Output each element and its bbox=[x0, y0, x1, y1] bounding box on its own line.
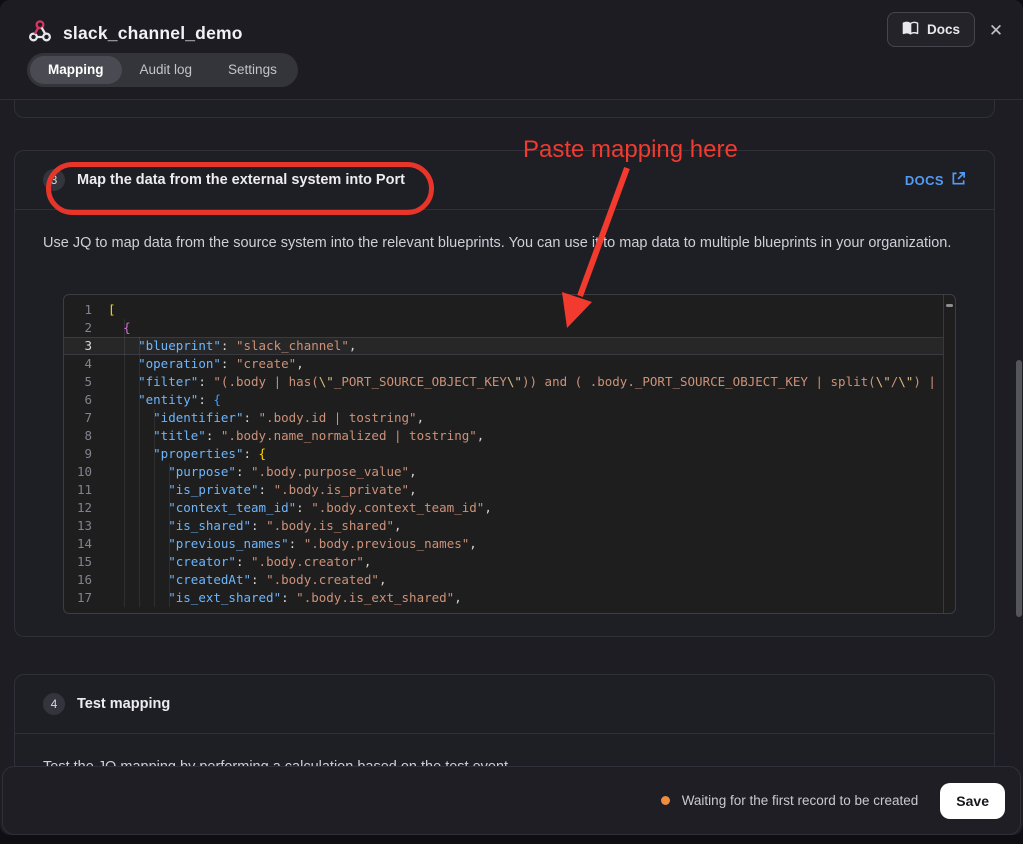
line-number: 3 bbox=[64, 337, 108, 355]
tab-bar: MappingAudit logSettings bbox=[27, 53, 298, 87]
line-number: 9 bbox=[64, 445, 108, 463]
docs-button[interactable]: Docs bbox=[887, 12, 975, 47]
external-link-icon bbox=[951, 171, 966, 189]
docs-link-label: DOCS bbox=[905, 173, 944, 188]
line-code: "creator": ".body.creator", bbox=[108, 553, 944, 571]
line-number: 2 bbox=[64, 319, 108, 337]
line-number: 6 bbox=[64, 391, 108, 409]
line-number: 14 bbox=[64, 535, 108, 553]
line-number: 8 bbox=[64, 427, 108, 445]
line-number: 13 bbox=[64, 517, 108, 535]
line-number: 15 bbox=[64, 553, 108, 571]
line-code: "is_ext_shared": ".body.is_ext_shared", bbox=[108, 589, 944, 607]
editor-lines: 1[2 {3 "blueprint": "slack_channel",4 "o… bbox=[64, 301, 944, 607]
line-code: "is_shared": ".body.is_shared", bbox=[108, 517, 944, 535]
indent-guide bbox=[169, 463, 170, 607]
line-code: { bbox=[108, 319, 944, 337]
content-area: 3 Map the data from the external system … bbox=[0, 100, 1023, 835]
save-button[interactable]: Save bbox=[940, 783, 1005, 819]
mapping-description: Use JQ to map data from the source syste… bbox=[15, 210, 994, 258]
line-code: "operation": "create", bbox=[108, 355, 944, 373]
editor-line-1[interactable]: 1[ bbox=[64, 301, 944, 319]
line-number: 17 bbox=[64, 589, 108, 607]
tab-settings[interactable]: Settings bbox=[210, 56, 295, 84]
editor-line-15[interactable]: 15 "creator": ".body.creator", bbox=[64, 553, 944, 571]
line-number: 7 bbox=[64, 409, 108, 427]
webhook-logo-icon bbox=[27, 18, 53, 49]
status-text: Waiting for the first record to be creat… bbox=[682, 793, 919, 808]
line-code: "is_private": ".body.is_private", bbox=[108, 481, 944, 499]
line-number: 12 bbox=[64, 499, 108, 517]
editor-line-2[interactable]: 2 { bbox=[64, 319, 944, 337]
indent-guide bbox=[154, 409, 155, 607]
line-code: "blueprint": "slack_channel", bbox=[108, 337, 944, 355]
editor-line-13[interactable]: 13 "is_shared": ".body.is_shared", bbox=[64, 517, 944, 535]
editor-minimap-marker bbox=[946, 304, 953, 307]
book-icon bbox=[902, 21, 919, 39]
line-code: "entity": { bbox=[108, 391, 944, 409]
line-code: "createdAt": ".body.created", bbox=[108, 571, 944, 589]
editor-line-3[interactable]: 3 "blueprint": "slack_channel", bbox=[64, 337, 944, 355]
section-map-data-header: 3 Map the data from the external system … bbox=[15, 151, 994, 209]
previous-section-card-bottom bbox=[14, 100, 995, 118]
indent-guide bbox=[124, 319, 125, 607]
editor-line-10[interactable]: 10 "purpose": ".body.purpose_value", bbox=[64, 463, 944, 481]
editor-line-6[interactable]: 6 "entity": { bbox=[64, 391, 944, 409]
editor-line-7[interactable]: 7 "identifier": ".body.id | tostring", bbox=[64, 409, 944, 427]
data-source-modal: slack_channel_demo MappingAudit logSetti… bbox=[0, 0, 1023, 835]
editor-line-14[interactable]: 14 "previous_names": ".body.previous_nam… bbox=[64, 535, 944, 553]
editor-scroll-gutter-line bbox=[943, 295, 944, 613]
editor-line-17[interactable]: 17 "is_ext_shared": ".body.is_ext_shared… bbox=[64, 589, 944, 607]
line-code: "previous_names": ".body.previous_names"… bbox=[108, 535, 944, 553]
section-map-data-title: Map the data from the external system in… bbox=[77, 172, 405, 188]
window-scrollbar-thumb[interactable] bbox=[1016, 360, 1022, 617]
page-title: slack_channel_demo bbox=[63, 23, 243, 44]
editor-line-9[interactable]: 9 "properties": { bbox=[64, 445, 944, 463]
indent-guide bbox=[139, 337, 140, 607]
line-code: "purpose": ".body.purpose_value", bbox=[108, 463, 944, 481]
status-dot-icon bbox=[661, 796, 670, 805]
section-test-mapping-header: 4 Test mapping bbox=[15, 675, 994, 733]
line-code: "filter": "(.body | has(\"_PORT_SOURCE_O… bbox=[108, 373, 944, 391]
editor-line-11[interactable]: 11 "is_private": ".body.is_private", bbox=[64, 481, 944, 499]
line-code: [ bbox=[108, 301, 944, 319]
line-number: 4 bbox=[64, 355, 108, 373]
line-code: "title": ".body.name_normalized | tostri… bbox=[108, 427, 944, 445]
line-number: 5 bbox=[64, 373, 108, 391]
docs-link[interactable]: DOCS bbox=[905, 171, 966, 189]
section-test-mapping-title: Test mapping bbox=[77, 696, 170, 712]
editor-line-5[interactable]: 5 "filter": "(.body | has(\"_PORT_SOURCE… bbox=[64, 373, 944, 391]
line-number: 11 bbox=[64, 481, 108, 499]
editor-line-8[interactable]: 8 "title": ".body.name_normalized | tost… bbox=[64, 427, 944, 445]
line-number: 16 bbox=[64, 571, 108, 589]
line-code: "context_team_id": ".body.context_team_i… bbox=[108, 499, 944, 517]
docs-button-label: Docs bbox=[927, 22, 960, 37]
modal-footer: Waiting for the first record to be creat… bbox=[2, 766, 1021, 835]
tab-mapping[interactable]: Mapping bbox=[30, 56, 122, 84]
line-number: 1 bbox=[64, 301, 108, 319]
modal-header: slack_channel_demo MappingAudit logSetti… bbox=[0, 0, 1023, 100]
editor-line-12[interactable]: 12 "context_team_id": ".body.context_tea… bbox=[64, 499, 944, 517]
line-code: "properties": { bbox=[108, 445, 944, 463]
tab-audit-log[interactable]: Audit log bbox=[122, 56, 211, 84]
line-number: 10 bbox=[64, 463, 108, 481]
close-icon[interactable]: ✕ bbox=[985, 20, 1007, 42]
step-number-badge: 4 bbox=[43, 693, 65, 715]
line-code: "identifier": ".body.id | tostring", bbox=[108, 409, 944, 427]
editor-line-4[interactable]: 4 "operation": "create", bbox=[64, 355, 944, 373]
step-number-badge: 3 bbox=[43, 169, 65, 191]
jq-mapping-editor[interactable]: 1[2 {3 "blueprint": "slack_channel",4 "o… bbox=[63, 294, 956, 614]
section-map-data-card: 3 Map the data from the external system … bbox=[14, 150, 995, 637]
editor-line-16[interactable]: 16 "createdAt": ".body.created", bbox=[64, 571, 944, 589]
